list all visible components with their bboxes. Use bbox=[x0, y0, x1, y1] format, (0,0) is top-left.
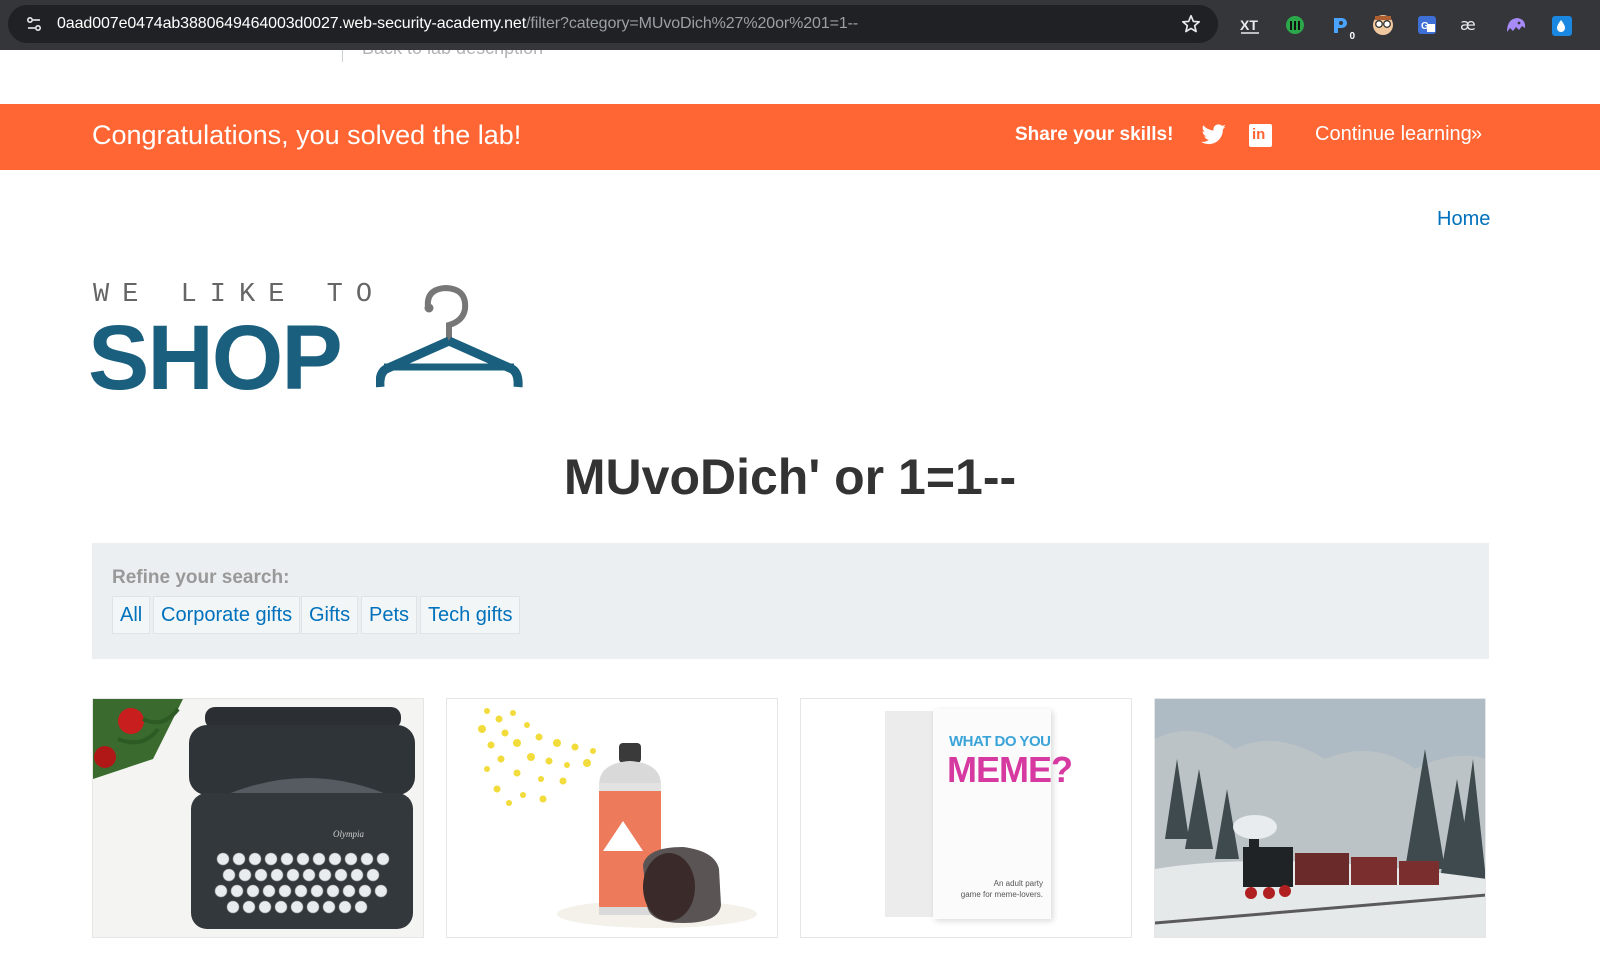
url-path: /filter?category=MUvoDich%27%20or%201=1-… bbox=[526, 15, 859, 32]
ae-icon[interactable]: æ bbox=[1458, 12, 1484, 38]
svg-text:Olympia: Olympia bbox=[333, 829, 364, 839]
steam-train-image bbox=[1155, 699, 1485, 937]
game-box-front: WHAT DO YOU MEME? An adult party game fo… bbox=[933, 709, 1073, 919]
product-card-meme-game[interactable]: WHAT DO YOU MEME? An adult party game fo… bbox=[800, 698, 1132, 938]
solved-message: Congratulations, you solved the lab! bbox=[92, 120, 522, 150]
category-heading: MUvoDich' or 1=1-- bbox=[563, 449, 1017, 505]
meme-title-line1: WHAT DO YOU bbox=[949, 733, 1051, 750]
dropper-icon[interactable] bbox=[1548, 12, 1574, 38]
typewriter-image: Olympia bbox=[93, 699, 423, 937]
filter-tech-gifts[interactable]: Tech gifts bbox=[420, 596, 521, 634]
filter-gifts[interactable]: Gifts bbox=[301, 596, 359, 634]
hanger-icon bbox=[376, 284, 523, 388]
solved-banner: Congratulations, you solved the lab! Sha… bbox=[0, 104, 1600, 170]
translate-square-icon[interactable]: G bbox=[1414, 12, 1440, 38]
refine-label: Refine your search: bbox=[112, 567, 290, 588]
monster-icon[interactable] bbox=[1282, 12, 1308, 38]
product-card-spray[interactable] bbox=[446, 698, 778, 938]
site-info-icon[interactable] bbox=[21, 11, 47, 37]
spray-can-image bbox=[447, 699, 777, 937]
product-card-typewriter[interactable]: Olympia bbox=[92, 698, 424, 938]
meme-subtitle-line2: game for meme-lovers. bbox=[960, 890, 1043, 899]
refine-panel: Refine your search: All Corporate gifts … bbox=[92, 543, 1489, 659]
filter-corporate-gifts[interactable]: Corporate gifts bbox=[153, 596, 301, 634]
url-host: 0aad007e0474ab3880649464003d0027.web-sec… bbox=[57, 15, 527, 32]
chevron-right-icon: » bbox=[1471, 123, 1483, 145]
linkedin-icon[interactable]: in bbox=[1249, 124, 1272, 147]
wallet-icon[interactable]: 0 bbox=[1327, 12, 1355, 42]
back-to-lab-link[interactable]: Back to lab description bbox=[362, 50, 543, 59]
ghost-icon[interactable] bbox=[1503, 12, 1529, 38]
meme-title-line2: MEME? bbox=[947, 749, 1073, 790]
url-text[interactable]: 0aad007e0474ab3880649464003d0027.web-sec… bbox=[57, 15, 858, 33]
continue-learning-link[interactable]: Continue learning bbox=[1315, 123, 1472, 146]
filter-pets[interactable]: Pets bbox=[361, 596, 418, 634]
share-label: Share your skills! bbox=[1015, 124, 1174, 145]
product-card-train[interactable] bbox=[1154, 698, 1486, 938]
svg-text:XT: XT bbox=[1240, 17, 1258, 33]
svg-text:æ: æ bbox=[1460, 15, 1476, 34]
meme-game-image: WHAT DO YOU MEME? An adult party game fo… bbox=[801, 699, 1131, 937]
browser-toolbar: 0aad007e0474ab3880649464003d0027.web-sec… bbox=[0, 0, 1600, 50]
header-divider bbox=[342, 50, 343, 62]
meme-subtitle-line1: An adult party bbox=[993, 879, 1043, 888]
game-box-side bbox=[885, 711, 935, 917]
translate-icon[interactable]: XT bbox=[1237, 12, 1263, 38]
twitter-icon[interactable] bbox=[1201, 124, 1227, 146]
glasses-icon[interactable] bbox=[1370, 12, 1396, 38]
lab-page: Back to lab description Congratulations,… bbox=[0, 50, 1600, 957]
home-link[interactable]: Home bbox=[1437, 208, 1490, 231]
address-bar[interactable]: 0aad007e0474ab3880649464003d0027.web-sec… bbox=[8, 5, 1218, 43]
bookmark-star-icon[interactable] bbox=[1180, 13, 1202, 35]
extension-badge: 0 bbox=[1349, 31, 1355, 42]
filter-all[interactable]: All bbox=[112, 596, 151, 634]
lab-header: Back to lab description bbox=[0, 50, 1600, 62]
logo-wordmark: SHOP bbox=[88, 307, 343, 409]
linkedin-glyph: in bbox=[1252, 126, 1266, 143]
